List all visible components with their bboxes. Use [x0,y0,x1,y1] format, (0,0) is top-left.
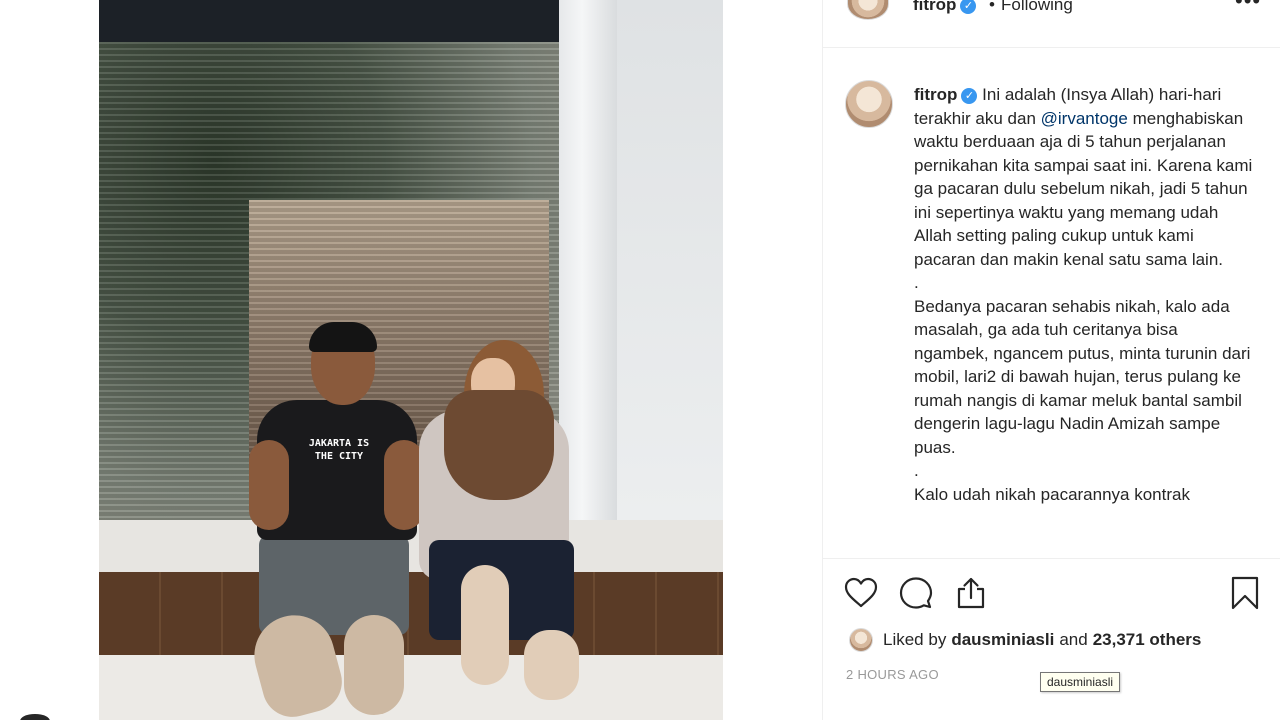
username-tooltip: dausminiasli [1040,672,1121,692]
header-avatar[interactable] [847,0,889,20]
man-hair [309,322,377,352]
more-horizontal-icon[interactable]: ••• [1235,0,1261,14]
header-username[interactable]: fitrop [913,0,956,14]
post-side-panel: fitrop ✓ • Following ••• fitrop ✓ Ini adal… [822,0,1280,720]
share-button[interactable] [953,575,989,611]
caption-body: fitrop ✓ Ini adalah (Insya Allah) hari-ha… [914,83,1254,555]
comment-button[interactable] [898,575,934,611]
header-separator: • [989,0,995,14]
woman-shoe-left [461,565,509,685]
photo-wall [617,0,723,520]
partial-avatar-corner [20,714,50,720]
caption-dot-2: . [914,461,919,480]
verified-badge-icon: ✓ [960,0,977,14]
verified-badge-icon: ✓ [961,88,978,104]
man-shoe-right [344,615,404,715]
man-tee-print: JAKARTA IS THE CITY [308,438,370,462]
liked-by-prefix: Liked by [883,630,947,649]
liked-by-row: Liked by dausminiasli and 23,371 others [849,627,1206,653]
bookmark-icon [1231,576,1259,610]
post-actions: Liked by dausminiasli and 23,371 others … [823,558,1280,720]
photo-wood-floor [99,572,723,660]
liked-by-conjunction: and [1059,630,1088,649]
woman-scarf [444,390,554,500]
likes-count-link[interactable]: 23,371 others [1093,630,1202,650]
caption-dot-1: . [914,273,919,292]
man-arm-right [384,440,424,530]
caption-paragraph-3: Kalo udah nikah pacarannya kontrak [914,484,1190,504]
man-arm-left [249,440,289,530]
post-timestamp[interactable]: 2 HOURS AGO [846,667,939,682]
post-photo[interactable]: JAKARTA IS THE CITY [99,0,723,720]
woman-shoe-right [524,630,579,700]
caption-username[interactable]: fitrop [914,85,957,104]
share-upload-icon [957,577,985,609]
caption-mention-link[interactable]: @irvantoge [1041,109,1128,128]
liked-by-user-link[interactable]: dausminiasli [951,630,1054,650]
caption-paragraph-1: fitrop ✓ Ini adalah (Insya Allah) hari-ha… [914,83,1254,271]
like-button[interactable] [843,575,879,611]
following-button[interactable]: Following [1001,0,1073,15]
liked-by-avatar[interactable] [849,628,873,652]
caption-text-1b: menghabiskan waktu berduaan aja di 5 tah… [914,108,1253,269]
post-header: fitrop ✓ • Following ••• [823,0,1280,48]
header-username-link[interactable]: fitrop ✓ [913,0,977,15]
heart-icon [844,577,878,608]
caption-paragraph-2: Bedanya pacaran sehabis nikah, kalo ada … [914,296,1251,457]
photo-step [99,655,723,720]
comment-bubble-icon [899,577,933,609]
save-button[interactable] [1227,575,1263,611]
caption-avatar[interactable] [845,80,893,128]
